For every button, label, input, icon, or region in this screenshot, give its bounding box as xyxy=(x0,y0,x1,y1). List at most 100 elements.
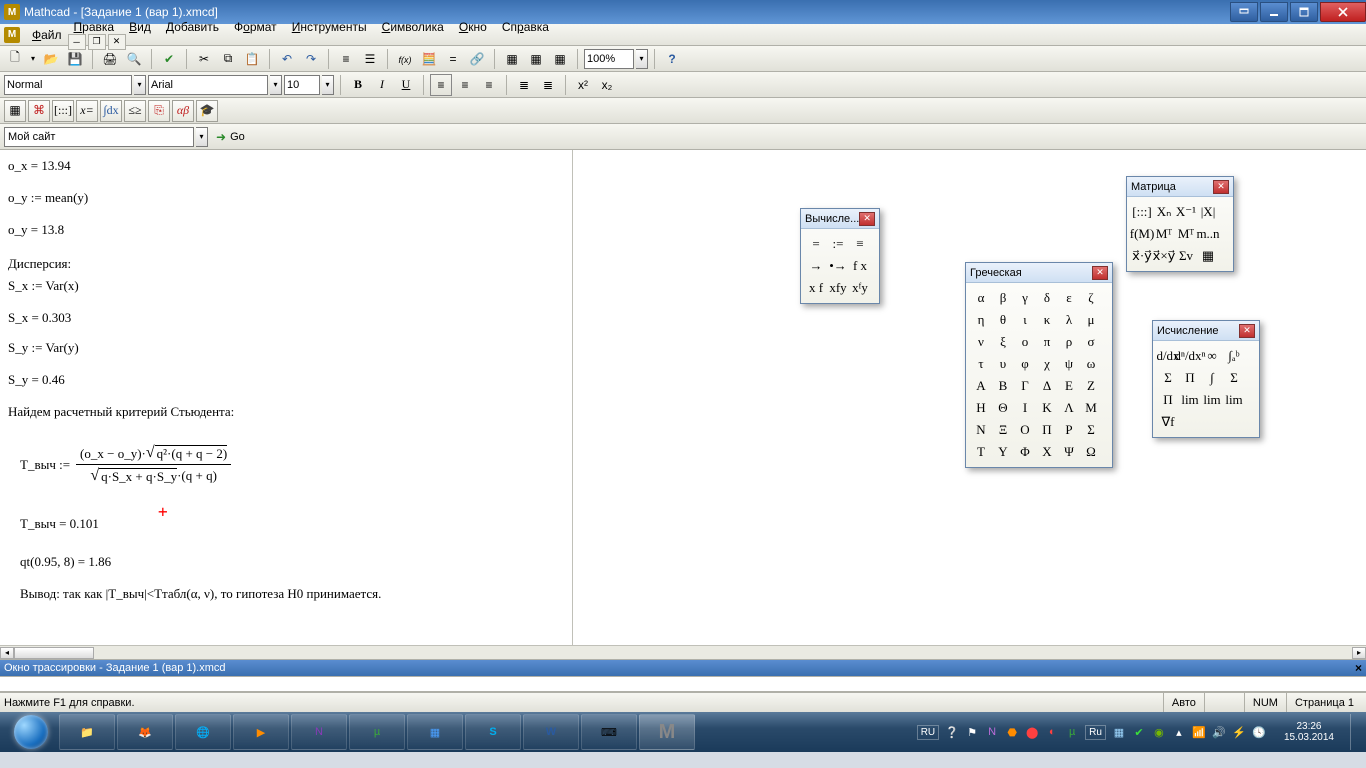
style-dropdown[interactable]: ▾ xyxy=(134,75,146,95)
calculus-palette-cell[interactable]: lim xyxy=(1223,389,1245,411)
greek-palette-cell[interactable]: Ζ xyxy=(1080,375,1102,397)
horizontal-scrollbar[interactable]: ◂ ▸ xyxy=(0,645,1366,659)
insert-unit-button[interactable]: 🧮 xyxy=(418,48,440,70)
calculus-palette-cell[interactable]: lim xyxy=(1201,389,1223,411)
window-maximize-button[interactable] xyxy=(1290,2,1318,22)
greek-palette-cell[interactable]: σ xyxy=(1080,331,1102,353)
tray-skype-icon[interactable]: ✔ xyxy=(1132,725,1146,739)
greek-palette-cell[interactable]: Ο xyxy=(1014,419,1036,441)
calculate-button[interactable] xyxy=(442,48,464,70)
calculus-palette-cell[interactable] xyxy=(1179,411,1201,433)
math-region[interactable]: S_x := Var(x) xyxy=(8,278,79,294)
font-dropdown[interactable]: ▾ xyxy=(270,75,282,95)
taskbar-firefox[interactable]: 🦊 xyxy=(117,714,173,750)
math-region[interactable]: S_y := Var(y) xyxy=(8,340,79,356)
size-dropdown[interactable]: ▾ xyxy=(322,75,334,95)
greek-palette[interactable]: Греческая ✕ αβγδεζηθικλμνξοπρστυφχψωΑΒΓΔ… xyxy=(965,262,1113,468)
insertion-crosshair[interactable]: + xyxy=(158,502,168,521)
tray-volume-icon[interactable]: 🔊 xyxy=(1212,725,1226,739)
calculus-palette-cell[interactable]: Π xyxy=(1157,389,1179,411)
greek-palette-cell[interactable]: Χ xyxy=(1036,441,1058,463)
matrix-palette-cell[interactable]: Mᵀ xyxy=(1153,223,1175,245)
tray-utorrent-icon[interactable]: µ xyxy=(1065,725,1079,739)
tray-flag-icon[interactable]: ⚑ xyxy=(965,725,979,739)
menu-window[interactable]: Окно xyxy=(453,18,493,36)
text-region[interactable]: Дисперсия: xyxy=(8,256,71,272)
tray-network-icon[interactable]: 📶 xyxy=(1192,725,1206,739)
tray-lang2[interactable]: Ru xyxy=(1085,725,1106,740)
greek-palette-cell[interactable]: Κ xyxy=(1036,397,1058,419)
greek-palette-cell[interactable]: β xyxy=(992,287,1014,309)
tray-clock-icon[interactable]: 🕓 xyxy=(1252,725,1266,739)
style-select[interactable] xyxy=(4,75,132,95)
greek-palette-cell[interactable]: μ xyxy=(1080,309,1102,331)
insert-link-button[interactable]: 🔗 xyxy=(466,48,488,70)
save-button[interactable] xyxy=(64,48,86,70)
math-region[interactable]: o_y = 13.8 xyxy=(8,222,64,238)
greek-palette-cell[interactable]: ε xyxy=(1058,287,1080,309)
palette-close-button[interactable]: ✕ xyxy=(1213,180,1229,194)
math-region[interactable]: o_x = 13.94 xyxy=(8,158,71,174)
greek-palette-cell[interactable]: ω xyxy=(1080,353,1102,375)
matrix-palette-cell[interactable]: ▦ xyxy=(1197,245,1219,267)
matrix-palette-cell[interactable]: m..n xyxy=(1197,223,1219,245)
greek-palette-cell[interactable]: ξ xyxy=(992,331,1014,353)
greek-palette-cell[interactable]: χ xyxy=(1036,353,1058,375)
scroll-thumb[interactable] xyxy=(14,647,94,659)
palette-header[interactable]: Исчисление ✕ xyxy=(1153,321,1259,341)
tray-shield-icon[interactable]: ⬣ xyxy=(1005,725,1019,739)
component2-button[interactable]: ▦ xyxy=(525,48,547,70)
greek-palette-cell[interactable]: η xyxy=(970,309,992,331)
taskbar-keyboard[interactable]: ⌨ xyxy=(581,714,637,750)
taskbar-utorrent[interactable]: µ xyxy=(349,714,405,750)
menu-help[interactable]: Справка xyxy=(496,18,555,36)
evaluation-palette-cell[interactable]: •→ xyxy=(827,255,849,277)
math-region[interactable]: o_y := mean(y) xyxy=(8,190,88,206)
greek-palette-cell[interactable]: φ xyxy=(1014,353,1036,375)
menu-symbolics[interactable]: Символика xyxy=(376,18,450,36)
matrix-palette-cell[interactable]: Mᵀ xyxy=(1175,223,1197,245)
go-button[interactable]: ➜ Go xyxy=(210,128,251,146)
greek-palette-cell[interactable]: δ xyxy=(1036,287,1058,309)
greek-palette-cell[interactable]: θ xyxy=(992,309,1014,331)
redo-button[interactable] xyxy=(300,48,322,70)
taskbar-mathcad[interactable]: M xyxy=(639,714,695,750)
align-button[interactable]: ≡ xyxy=(335,48,357,70)
greek-palette-cell[interactable]: Π xyxy=(1036,419,1058,441)
greek-palette-cell[interactable]: Ι xyxy=(1014,397,1036,419)
menu-format[interactable]: Формат xyxy=(228,18,283,36)
help-button[interactable] xyxy=(661,48,683,70)
greek-palette-cell[interactable]: Τ xyxy=(970,441,992,463)
window-close-button[interactable] xyxy=(1320,2,1366,22)
graph-palette-button[interactable]: ⌘ xyxy=(28,100,50,122)
paste-button[interactable] xyxy=(241,48,263,70)
tray-av-icon[interactable]: ⬤ xyxy=(1025,725,1039,739)
calculus-palette-cell[interactable]: ∞ xyxy=(1201,345,1223,367)
taskbar-onenote[interactable]: N xyxy=(291,714,347,750)
greek-palette-cell[interactable]: ο xyxy=(1014,331,1036,353)
menu-file[interactable]: Файл xyxy=(26,26,68,44)
greek-palette-cell[interactable]: Ξ xyxy=(992,419,1014,441)
calculus-palette-cell[interactable]: Σ xyxy=(1157,367,1179,389)
boolean-palette-button[interactable]: ≤≥ xyxy=(124,100,146,122)
matrix-palette-cell[interactable]: [:::] xyxy=(1131,201,1153,223)
taskbar-explorer[interactable]: 📁 xyxy=(59,714,115,750)
greek-palette-cell[interactable]: π xyxy=(1036,331,1058,353)
matrix-palette-cell[interactable]: X⁻¹ xyxy=(1175,201,1197,223)
align-left-button[interactable]: ≡ xyxy=(430,74,452,96)
greek-palette-cell[interactable]: α xyxy=(970,287,992,309)
greek-palette-cell[interactable]: ν xyxy=(970,331,992,353)
palette-header[interactable]: Матрица ✕ xyxy=(1127,177,1233,197)
insert-function-button[interactable] xyxy=(394,48,416,70)
calculus-palette-button[interactable]: ∫dx xyxy=(100,100,122,122)
taskbar-mediaplayer[interactable]: ▶ xyxy=(233,714,289,750)
tray-onenote-icon[interactable]: N xyxy=(985,725,999,739)
menu-insert[interactable]: Добавить xyxy=(160,18,225,36)
align2-button[interactable]: ☰ xyxy=(359,48,381,70)
greek-palette-cell[interactable]: Φ xyxy=(1014,441,1036,463)
new-dropdown[interactable]: ▾ xyxy=(28,54,38,63)
scroll-left-button[interactable]: ◂ xyxy=(0,647,14,659)
matrix-palette-cell[interactable]: Σv xyxy=(1175,245,1197,267)
math-region-formula[interactable]: T_выч := (o_x − o_y)· √ q²·(q + q − 2) √… xyxy=(20,444,231,485)
palette-header[interactable]: Вычисле... ✕ xyxy=(801,209,879,229)
